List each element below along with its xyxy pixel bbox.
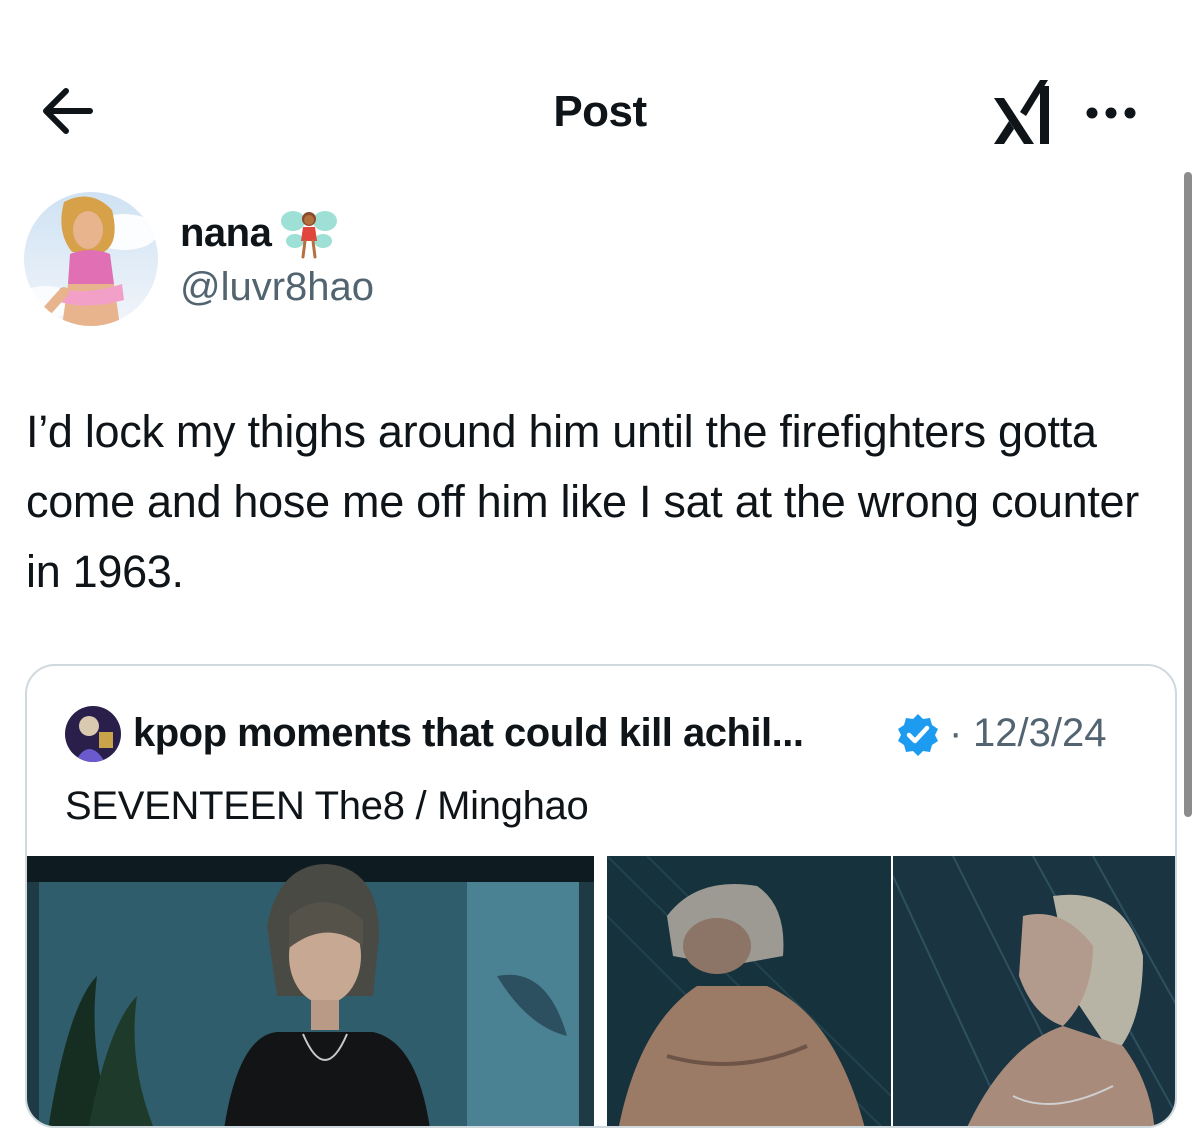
xai-logo-icon[interactable] [990,76,1056,148]
tweet-text: I’d lock my thighs around him until the … [26,406,1139,597]
author-handle[interactable]: @luvr8hao [180,265,374,310]
fairy-emoji-icon [281,211,338,259]
avatar[interactable] [24,192,158,326]
more-options-button[interactable] [1082,96,1140,130]
quoted-tweet-card[interactable]: kpop moments that could kill achil... · … [25,664,1177,1128]
media-photo-portrait[interactable] [27,856,594,1126]
more-horizontal-icon [1086,107,1136,119]
quoted-separator: · [949,711,963,755]
author-display-name[interactable]: nana [180,211,272,256]
scrollbar[interactable] [1184,172,1192,817]
quoted-date: 12/3/24 [973,711,1107,755]
media-photo-face-up-in-rain[interactable] [893,856,1175,1126]
quoted-display-name: kpop moments that could kill achil... [133,711,804,755]
media-photo-back-in-rain[interactable] [607,856,891,1126]
quoted-avatar [65,706,121,762]
author-name-row: nana [180,205,339,261]
verified-badge-icon [898,714,938,756]
quoted-text: SEVENTEEN The8 / Minghao [65,784,589,828]
